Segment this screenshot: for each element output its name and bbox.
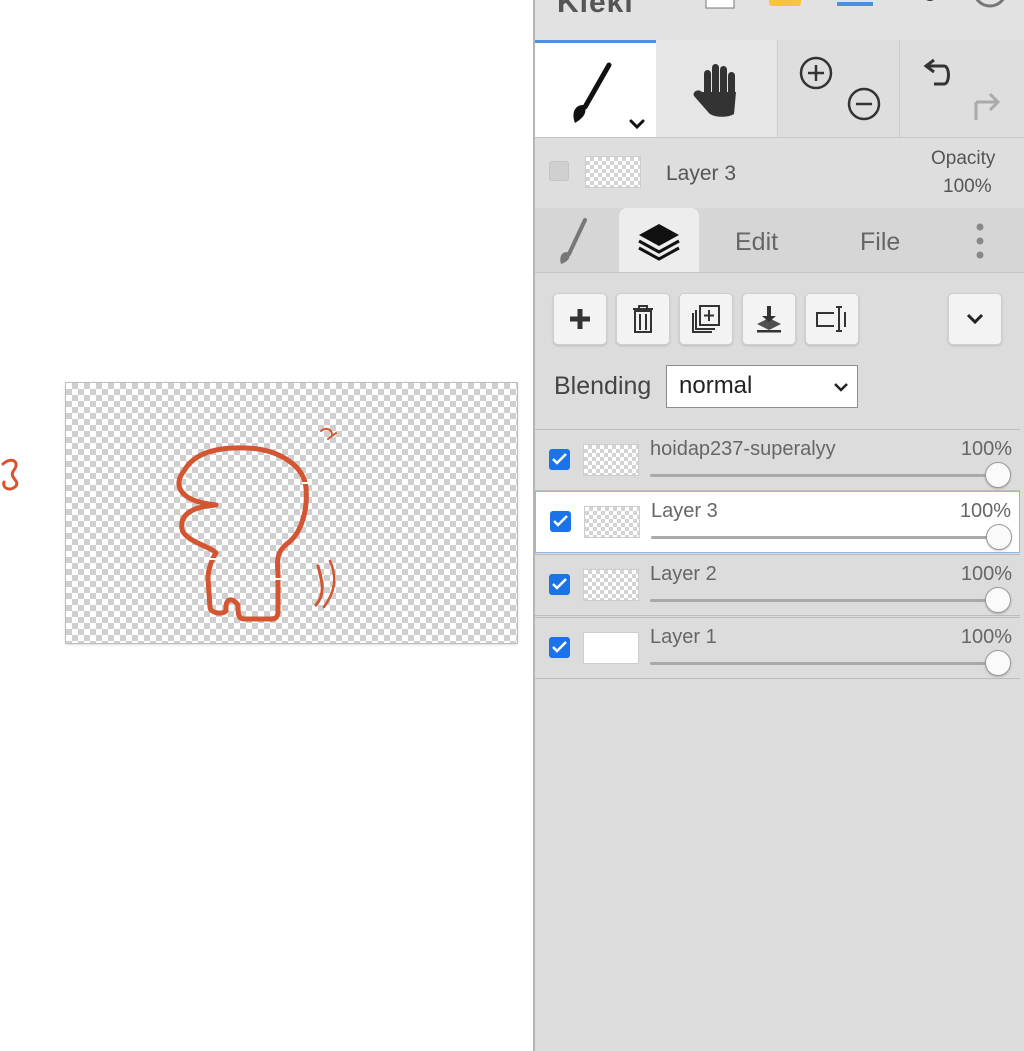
rename-layer-button[interactable]	[805, 293, 859, 345]
tool-row	[535, 40, 1024, 138]
tab-brush[interactable]	[545, 208, 605, 272]
drawing-canvas-area[interactable]	[0, 0, 533, 1051]
tab-edit[interactable]: Edit	[735, 228, 778, 257]
layer-opacity-slider[interactable]	[650, 474, 1000, 477]
layer-thumbnail	[583, 632, 639, 664]
layer-opacity: 100%	[960, 563, 1012, 585]
opacity-value: 100%	[943, 176, 992, 197]
more-menu-button[interactable]	[965, 208, 995, 272]
layer-visibility-checkbox[interactable]	[550, 511, 571, 532]
undo-icon	[923, 58, 1001, 120]
layer-visibility-checkbox[interactable]	[549, 449, 570, 470]
help-icon[interactable]	[970, 0, 1010, 15]
layer-opacity-slider[interactable]	[650, 599, 1000, 602]
layer-opacity: 100%	[959, 500, 1011, 522]
chevron-down-icon	[966, 313, 984, 325]
layer-options-dropdown[interactable]	[948, 293, 1002, 345]
layer-opacity-slider[interactable]	[650, 662, 1000, 665]
new-image-icon[interactable]	[705, 0, 735, 15]
layer-row[interactable]: hoidap237-superalyy 100%	[535, 429, 1020, 491]
rename-icon	[816, 306, 846, 332]
trash-icon	[633, 305, 653, 333]
layer-opacity-slider-handle[interactable]	[985, 462, 1011, 488]
layers-icon	[638, 224, 680, 261]
layer-opacity-slider-handle[interactable]	[985, 650, 1011, 676]
tab-layers[interactable]	[619, 208, 699, 272]
layer-name: Layer 1	[650, 626, 717, 648]
app-header: Kleki	[535, 0, 1024, 41]
layer-name: Layer 2	[650, 563, 717, 585]
panel-tabs: Edit File	[535, 208, 1024, 273]
opacity-label: Opacity	[931, 148, 996, 169]
more-vertical-icon	[976, 223, 984, 259]
blending-select[interactable]: normal	[666, 365, 858, 408]
blending-label: Blending	[554, 372, 652, 400]
layer-row[interactable]: Layer 2 100%	[535, 554, 1020, 616]
layer-opacity: 100%	[960, 626, 1012, 648]
layer-visibility-checkbox[interactable]	[549, 574, 570, 595]
artboard[interactable]	[66, 383, 517, 643]
zoom-tool-button[interactable]	[778, 40, 900, 137]
duplicate-icon	[692, 305, 720, 333]
layer-thumbnail	[584, 506, 640, 538]
delete-layer-button[interactable]	[616, 293, 670, 345]
layer-opacity-slider-handle[interactable]	[986, 524, 1012, 550]
merge-down-icon	[757, 306, 781, 333]
tab-file[interactable]: File	[860, 228, 900, 257]
layer-name: Layer 3	[651, 500, 718, 522]
open-folder-icon[interactable]	[765, 0, 805, 15]
layer-opacity-slider-handle[interactable]	[985, 587, 1011, 613]
offcanvas-stroke	[1, 458, 19, 491]
layer-row[interactable]: Layer 3 100%	[535, 491, 1020, 553]
chevron-down-icon	[834, 383, 848, 392]
layer-opacity-slider[interactable]	[651, 536, 1001, 539]
merge-layer-button[interactable]	[742, 293, 796, 345]
zoom-icon	[799, 56, 881, 121]
layer-opacity: 100%	[960, 438, 1012, 460]
add-layer-button[interactable]	[553, 293, 607, 345]
current-layer-name: Layer 3	[666, 162, 737, 185]
brush-icon	[573, 62, 645, 130]
current-layer-bar: Layer 3 Opacity 100%	[535, 138, 1024, 210]
layer-name: hoidap237-superalyy	[650, 438, 836, 460]
plus-icon	[570, 309, 590, 329]
blending-value: normal	[679, 372, 753, 399]
layer-thumbnail	[583, 569, 639, 601]
undo-redo-buttons[interactable]	[900, 40, 1024, 137]
side-panel: Kleki Layer 3 Opacity 100% Edit File Ble…	[533, 0, 1024, 1051]
share-icon[interactable]	[915, 0, 945, 15]
duplicate-layer-button[interactable]	[679, 293, 733, 345]
current-layer-thumbnail	[585, 156, 641, 188]
layer-thumbnail	[583, 444, 639, 476]
mushroom-drawing	[176, 427, 337, 622]
brush-tool-button[interactable]	[535, 40, 656, 137]
app-title: Kleki	[557, 0, 634, 19]
hand-icon	[693, 64, 736, 117]
save-icon[interactable]	[835, 0, 875, 15]
hand-tool-button[interactable]	[656, 40, 778, 137]
layer-row[interactable]: Layer 1 100%	[535, 617, 1020, 679]
layer-visibility-checkbox[interactable]	[549, 637, 570, 658]
current-layer-checkbox	[549, 161, 569, 181]
brush-tab-icon	[560, 218, 587, 264]
